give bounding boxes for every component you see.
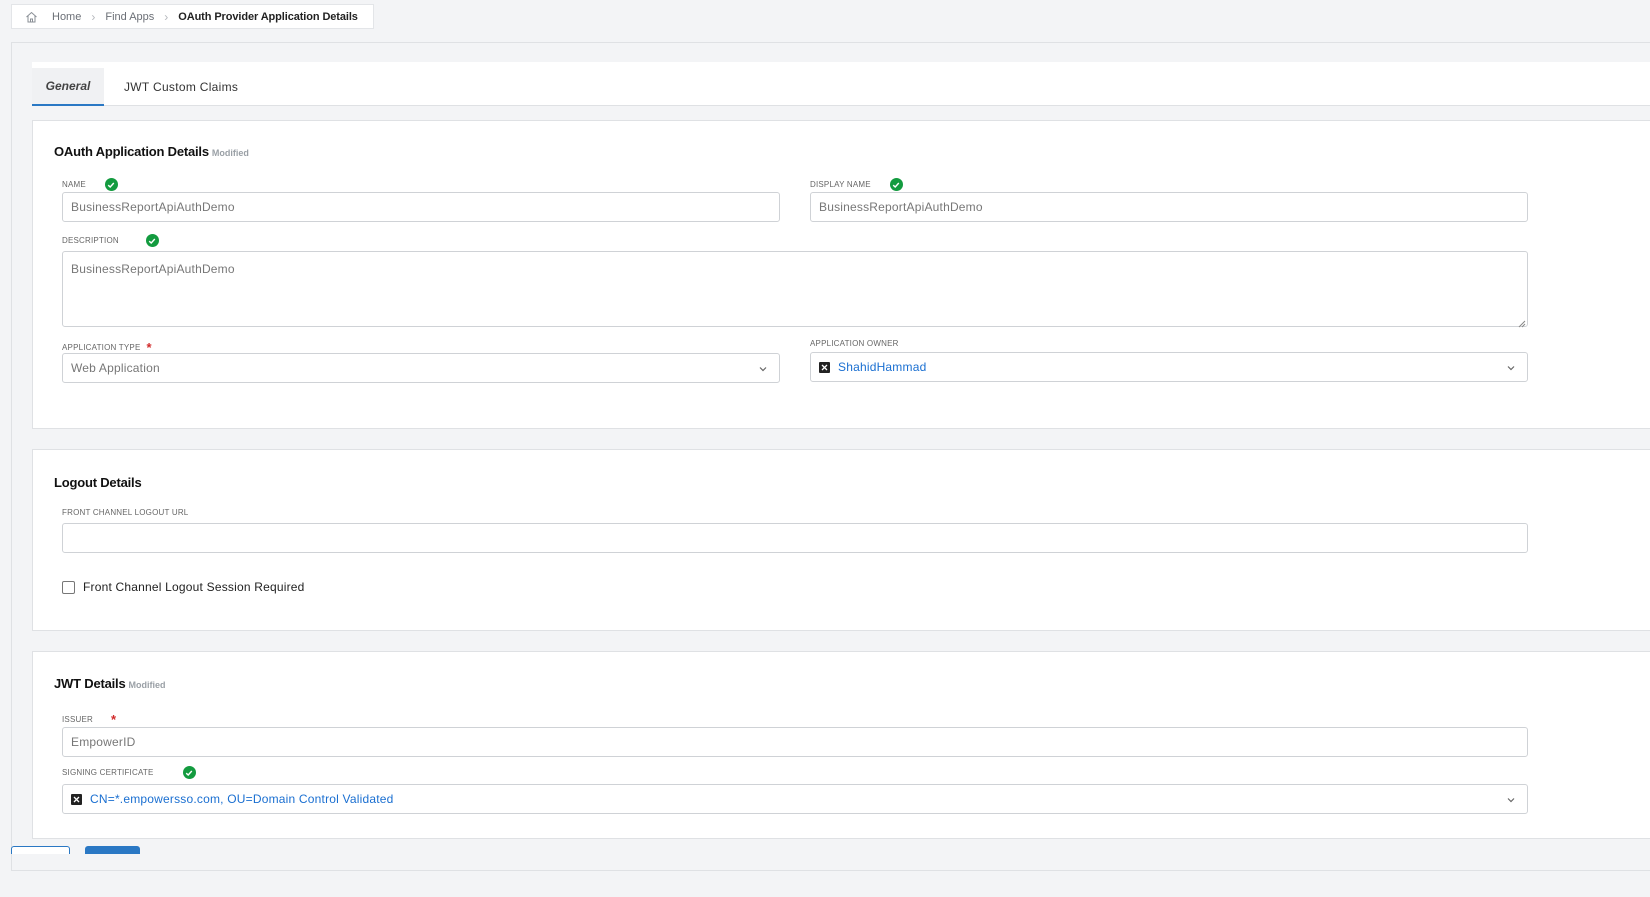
description-label: DESCRIPTION — [62, 234, 159, 247]
main-panel: General JWT Custom Claims OAuth Applicat… — [11, 42, 1650, 871]
section-title: JWT Details Modified — [54, 676, 165, 691]
description-value: BusinessReportApiAuthDemo — [71, 262, 235, 276]
application-owner-label: APPLICATION OWNER — [810, 339, 899, 348]
display-name-label: DISPLAY NAME — [810, 178, 903, 191]
check-valid-icon — [182, 766, 196, 779]
tab-bar: General JWT Custom Claims — [32, 62, 1650, 106]
chevron-right-icon: › — [164, 9, 169, 24]
front-channel-logout-url-input[interactable] — [62, 523, 1528, 553]
display-name-input[interactable]: BusinessReportApiAuthDemo — [810, 192, 1528, 222]
breadcrumb: Home › Find Apps › OAuth Provider Applic… — [11, 4, 374, 29]
logout-section-title: Logout Details — [54, 475, 142, 490]
modified-badge: Modified — [128, 680, 166, 690]
check-valid-icon — [889, 178, 903, 191]
home-icon[interactable] — [24, 10, 38, 24]
required-asterisk: * — [111, 712, 117, 727]
modified-badge: Modified — [211, 148, 249, 158]
front-channel-logout-url-label-text: FRONT CHANNEL LOGOUT URL — [62, 508, 189, 517]
breadcrumb-home-link[interactable]: Home — [52, 11, 81, 23]
resize-handle-icon[interactable] — [1518, 317, 1526, 328]
session-required-checkbox[interactable] — [62, 580, 75, 594]
cancel-button[interactable] — [11, 846, 70, 854]
tab-general[interactable]: General — [32, 68, 104, 106]
front-channel-logout-url-label: FRONT CHANNEL LOGOUT URL — [62, 508, 188, 517]
description-textarea[interactable]: BusinessReportApiAuthDemo — [62, 251, 1528, 328]
check-valid-icon — [145, 234, 159, 247]
section-title: OAuth Application Details Modified — [54, 144, 249, 159]
issuer-input[interactable]: EmpowerID — [62, 727, 1528, 757]
check-valid-icon — [104, 178, 118, 191]
application-owner-select[interactable]: ShahidHammad — [810, 352, 1528, 382]
display-name-label-text: DISPLAY NAME — [810, 180, 871, 189]
session-required-label: Front Channel Logout Session Required — [83, 580, 305, 594]
breadcrumb-current: OAuth Provider Application Details — [178, 10, 358, 23]
application-owner-value: ShahidHammad — [838, 360, 927, 374]
chevron-right-icon: › — [91, 9, 96, 24]
oauth-details-section: OAuth Application Details Modified NAME B… — [32, 120, 1650, 429]
signing-certificate-label-text: SIGNING CERTIFICATE — [62, 768, 154, 777]
clear-selection-icon[interactable] — [71, 793, 82, 805]
application-type-select[interactable]: Web Application — [62, 353, 780, 383]
signing-certificate-value: CN=*.empowersso.com, OU=Domain Control V… — [90, 792, 394, 806]
name-label: NAME — [62, 178, 118, 191]
application-owner-label-text: APPLICATION OWNER — [810, 339, 899, 348]
name-input[interactable]: BusinessReportApiAuthDemo — [62, 192, 780, 222]
application-type-value: Web Application — [71, 361, 160, 375]
application-type-label-text: APPLICATION TYPE — [62, 343, 141, 352]
issuer-label-text: ISSUER — [62, 715, 93, 724]
chevron-down-icon[interactable] — [1505, 362, 1517, 374]
oauth-section-title: OAuth Application Details — [54, 144, 209, 159]
logout-details-section: Logout Details FRONT CHANNEL LOGOUT URL … — [32, 449, 1650, 631]
chevron-down-icon[interactable] — [757, 363, 769, 375]
issuer-label: ISSUER * — [62, 712, 116, 727]
signing-certificate-select[interactable]: CN=*.empowersso.com, OU=Domain Control V… — [62, 784, 1528, 814]
jwt-details-section: JWT Details Modified ISSUER * EmpowerID S… — [32, 651, 1650, 839]
breadcrumb-find-apps-link[interactable]: Find Apps — [105, 11, 154, 23]
chevron-down-icon[interactable] — [1505, 794, 1517, 806]
clear-selection-icon[interactable] — [819, 361, 830, 373]
signing-certificate-label: SIGNING CERTIFICATE — [62, 766, 196, 779]
session-required-row: Front Channel Logout Session Required — [62, 580, 305, 594]
save-button[interactable] — [85, 846, 140, 854]
name-label-text: NAME — [62, 180, 86, 189]
jwt-section-title: JWT Details — [54, 676, 126, 691]
tab-jwt-custom-claims[interactable]: JWT Custom Claims — [112, 68, 250, 105]
description-label-text: DESCRIPTION — [62, 236, 119, 245]
